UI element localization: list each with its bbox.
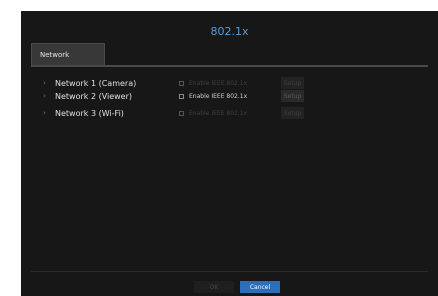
setup-button[interactable]: Setup: [281, 107, 304, 119]
enable-8021x-checkbox[interactable]: [179, 93, 184, 99]
footer-divider: [31, 271, 428, 272]
tab-divider: [31, 65, 428, 67]
ieee-8021x-dialog: 802.1x Network › Network 1 (Camera) Enab…: [21, 11, 438, 296]
tab-network[interactable]: Network: [31, 43, 105, 65]
network-row-viewer: › Network 2 (Viewer) Enable IEEE 802.1x …: [43, 89, 343, 103]
bullet-icon: ›: [43, 79, 46, 87]
network-row-wifi: › Network 3 (Wi-Fi) Enable IEEE 802.1x S…: [43, 106, 343, 120]
network-label: Network 1 (Camera): [55, 78, 137, 88]
bullet-icon: ›: [43, 92, 46, 100]
network-label: Network 3 (Wi-Fi): [55, 108, 124, 118]
network-row-camera: › Network 1 (Camera) Enable IEEE 802.1x …: [43, 76, 343, 90]
enable-8021x-checkbox[interactable]: [179, 80, 184, 86]
setup-button[interactable]: Setup: [281, 77, 304, 89]
enable-8021x-label: Enable IEEE 802.1x: [189, 92, 248, 100]
bullet-icon: ›: [43, 109, 46, 117]
network-label: Network 2 (Viewer): [55, 91, 133, 101]
cancel-button[interactable]: Cancel: [240, 281, 280, 293]
setup-button[interactable]: Setup: [281, 90, 304, 102]
ok-button[interactable]: OK: [194, 281, 234, 293]
enable-8021x-checkbox[interactable]: [179, 110, 184, 116]
dialog-title: 802.1x: [210, 25, 249, 38]
enable-8021x-label: Enable IEEE 802.1x: [189, 109, 248, 117]
enable-8021x-label: Enable IEEE 802.1x: [189, 79, 248, 87]
